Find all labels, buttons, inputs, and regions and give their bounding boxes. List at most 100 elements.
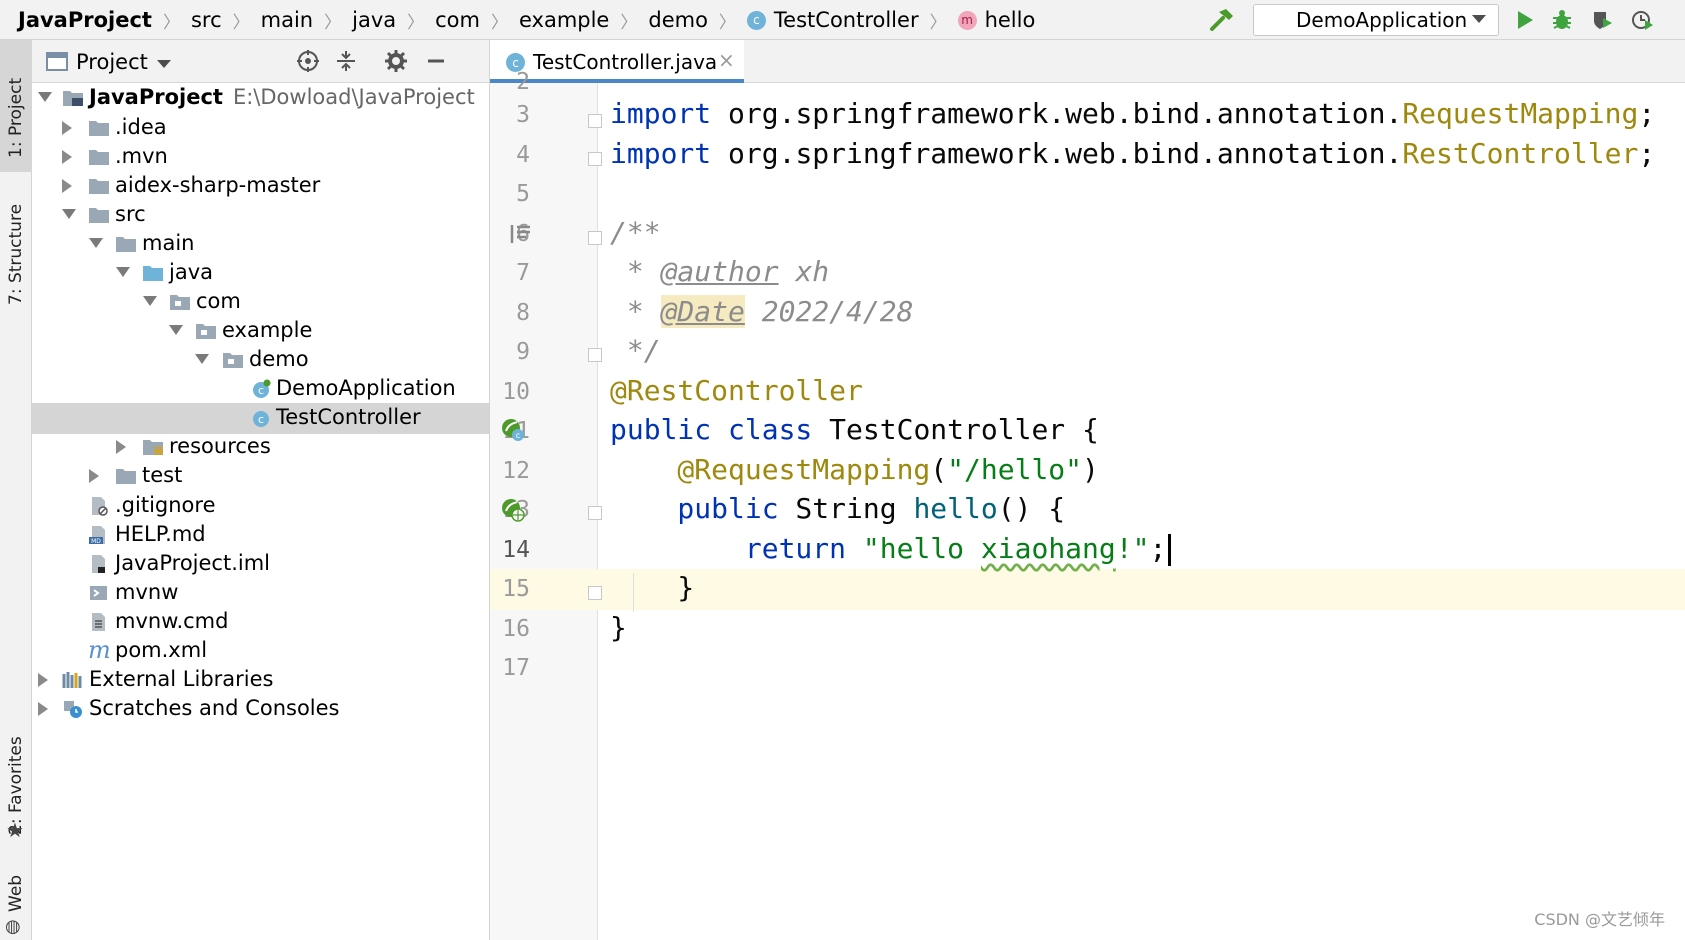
expand-arrow-icon[interactable] [143,296,157,306]
tree-node-java[interactable]: java [32,258,489,289]
tool-tab-favorites[interactable]: 2: Favorites ★ [0,720,32,845]
code-line-6[interactable]: /** [610,216,661,249]
code-line-14[interactable]: return "hello xiaohang!"; [610,532,1172,566]
code-line-16[interactable]: } [610,611,627,644]
profile-clock-icon[interactable] [1630,8,1654,32]
expand-arrow-icon[interactable] [62,179,72,193]
code-line-4[interactable]: import org.springframework.web.bind.anno… [610,137,1655,170]
run-icon[interactable] [1512,8,1536,32]
spring-request-mapping-icon[interactable] [500,497,526,523]
code-line-12[interactable]: @RequestMapping("/hello") [610,453,1098,486]
code-line-15[interactable]: } [610,571,694,604]
tree-node-demoapplication[interactable]: c DemoApplication [32,374,489,405]
breadcrumb-com[interactable]: com [435,8,480,32]
project-view-selector[interactable]: Project [76,50,148,74]
tool-tab-project[interactable]: 1: Project [0,40,32,172]
breadcrumb-separator: 〉 [162,12,180,33]
project-tool-window: Project JavaProject E:\Dowload\JavaProjec… [32,40,490,940]
expand-arrow-icon[interactable] [38,702,48,716]
fold-marker-icon[interactable] [588,152,602,166]
tree-node-main[interactable]: main [32,229,489,260]
tree-node-javaproject-iml[interactable]: JavaProject.iml [32,549,489,580]
build-hammer-icon[interactable] [1208,6,1236,34]
breadcrumb-main[interactable]: main [261,8,313,32]
tree-node-src[interactable]: src [32,200,489,231]
tree-node-example[interactable]: example [32,316,489,347]
project-window-icon [46,52,68,71]
expand-arrow-icon[interactable] [195,354,209,364]
line-number-current: 14 [502,537,530,563]
tree-node-help-md[interactable]: MD HELP.md [32,520,489,551]
fold-marker-icon[interactable] [588,231,602,245]
tool-tab-structure[interactable]: 7: Structure [0,180,32,310]
chevron-down-icon[interactable] [157,60,171,68]
fold-marker-icon[interactable] [588,114,602,128]
coverage-shield-icon[interactable] [1590,8,1614,32]
run-configuration-select[interactable]: DemoApplication [1253,4,1499,36]
code-line-7[interactable]: * @author xh [610,255,829,288]
code-line-10[interactable]: @RestController [610,374,863,407]
expand-arrow-icon[interactable] [38,92,52,102]
package-icon [196,324,216,339]
tree-node-testcontroller[interactable]: c TestController [32,403,489,434]
code-line-8[interactable]: * @Date 2022/4/28 [610,295,913,328]
expand-arrow-icon[interactable] [89,238,103,248]
breadcrumb-testcontroller[interactable]: c TestController [746,8,919,32]
locate-crosshair-icon[interactable] [296,49,320,73]
breadcrumb-separator: 〉 [324,12,342,33]
expand-arrow-icon[interactable] [62,121,72,135]
module-file-icon [92,555,105,573]
expand-arrow-icon[interactable] [62,209,76,219]
tool-tab-web[interactable]: Web ◍ [0,870,32,940]
expand-arrow-icon[interactable] [116,440,126,454]
tree-node-gitignore[interactable]: .gitignore [32,491,489,522]
fold-marker-icon[interactable] [588,586,602,600]
minimize-icon[interactable] [424,49,448,73]
tree-node-external-libraries[interactable]: External Libraries [32,665,489,696]
breadcrumb-separator: 〉 [929,12,947,33]
close-icon[interactable]: × [718,48,735,72]
spring-bean-icon[interactable]: c [500,417,526,443]
breadcrumb-hello[interactable]: m hello [957,8,1035,32]
expand-arrow-icon[interactable] [116,267,130,277]
code-line-11[interactable]: public class TestController { [610,413,1099,446]
code-line-3[interactable]: import org.springframework.web.bind.anno… [610,97,1655,130]
tree-node-mvnw[interactable]: mvnw [32,578,489,609]
tree-node-demo[interactable]: demo [32,345,489,376]
scratches-icon [64,701,82,718]
tree-node-mvn[interactable]: .mvn [32,142,489,173]
fold-marker-icon[interactable] [588,506,602,520]
expand-arrow-icon[interactable] [169,325,183,335]
class-icon: c [253,411,269,427]
tree-node-com[interactable]: com [32,287,489,318]
expand-arrow-icon[interactable] [89,469,99,483]
tree-node-test[interactable]: test [32,461,489,492]
svg-text:c: c [258,413,264,426]
expand-arrow-icon[interactable] [38,673,48,687]
tree-node-scratches-and-consoles[interactable]: Scratches and Consoles [32,694,489,725]
line-number: 12 [502,458,530,484]
breadcrumb-src[interactable]: src [191,8,222,32]
tree-node-aidex-sharp-master[interactable]: aidex-sharp-master [32,171,489,202]
breadcrumb: JavaProject 〉 src 〉 main 〉 java 〉 com 〉 … [18,0,1035,40]
breadcrumb-project[interactable]: JavaProject [18,8,152,32]
debug-bug-icon[interactable] [1550,8,1574,32]
tree-node-idea[interactable]: .idea [32,113,489,144]
expand-arrow-icon[interactable] [62,150,72,164]
documentation-render-icon[interactable] [510,223,532,245]
tree-node-javaproject[interactable]: JavaProject E:\Dowload\JavaProject [32,83,489,114]
tree-node-pom-xml[interactable]: m pom.xml [32,636,489,667]
breadcrumb-separator: 〉 [407,12,425,33]
line-number: 7 [516,260,530,286]
tree-node-resources[interactable]: resources [32,432,489,463]
tree-node-mvnw-cmd[interactable]: mvnw.cmd [32,607,489,638]
code-line-13[interactable]: public String hello() { [610,492,1065,525]
text-caret [1168,534,1172,566]
breadcrumb-demo[interactable]: demo [648,8,708,32]
collapse-all-icon[interactable] [334,49,358,73]
code-line-9[interactable]: */ [610,334,661,367]
breadcrumb-java[interactable]: java [352,8,396,32]
gear-icon[interactable] [384,49,408,73]
breadcrumb-example[interactable]: example [519,8,609,32]
fold-marker-icon[interactable] [588,348,602,362]
